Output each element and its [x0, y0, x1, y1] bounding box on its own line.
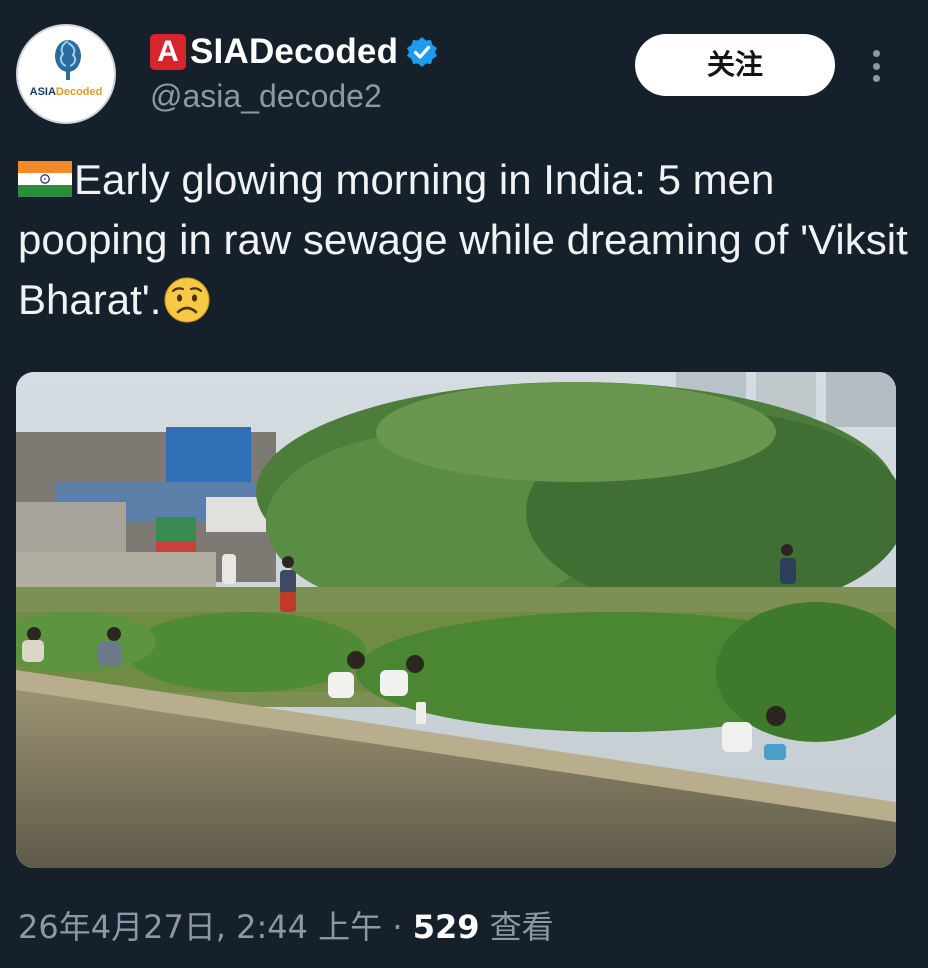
verified-badge-icon	[407, 37, 438, 67]
more-dots-icon[interactable]	[862, 44, 890, 88]
tweet-meta: 26年4月27日, 2:44 上午 · 529 查看	[18, 902, 554, 948]
brain-logo-icon	[55, 40, 81, 80]
tweet-card: ASIADecoded A SIADecoded @asia_decode2 关…	[0, 0, 928, 968]
views-label: 查看	[489, 908, 554, 946]
author-avatar[interactable]: ASIADecoded	[16, 24, 116, 124]
tweet-body-text: Early glowing morning in India: 5 men po…	[18, 156, 908, 323]
avatar-logo-text: ASIADecoded	[29, 86, 103, 98]
follow-button[interactable]: 关注	[635, 34, 835, 96]
author-handle[interactable]: @asia_decode2	[150, 78, 382, 115]
tweet-timestamp[interactable]: 26年4月27日, 2:44 上午	[18, 908, 382, 946]
tweet-photo[interactable]	[16, 372, 896, 868]
author-name-row[interactable]: A SIADecoded	[150, 30, 438, 74]
worried-face-icon	[164, 277, 210, 323]
views-count[interactable]: 529	[413, 908, 480, 946]
author-display-name: SIADecoded	[190, 32, 399, 71]
meta-separator: ·	[392, 908, 403, 946]
photo-scene	[16, 372, 896, 868]
tweet-text: Early glowing morning in India: 5 men po…	[18, 150, 908, 330]
brand-letter-badge: A	[150, 34, 186, 70]
india-flag-icon	[18, 161, 72, 197]
